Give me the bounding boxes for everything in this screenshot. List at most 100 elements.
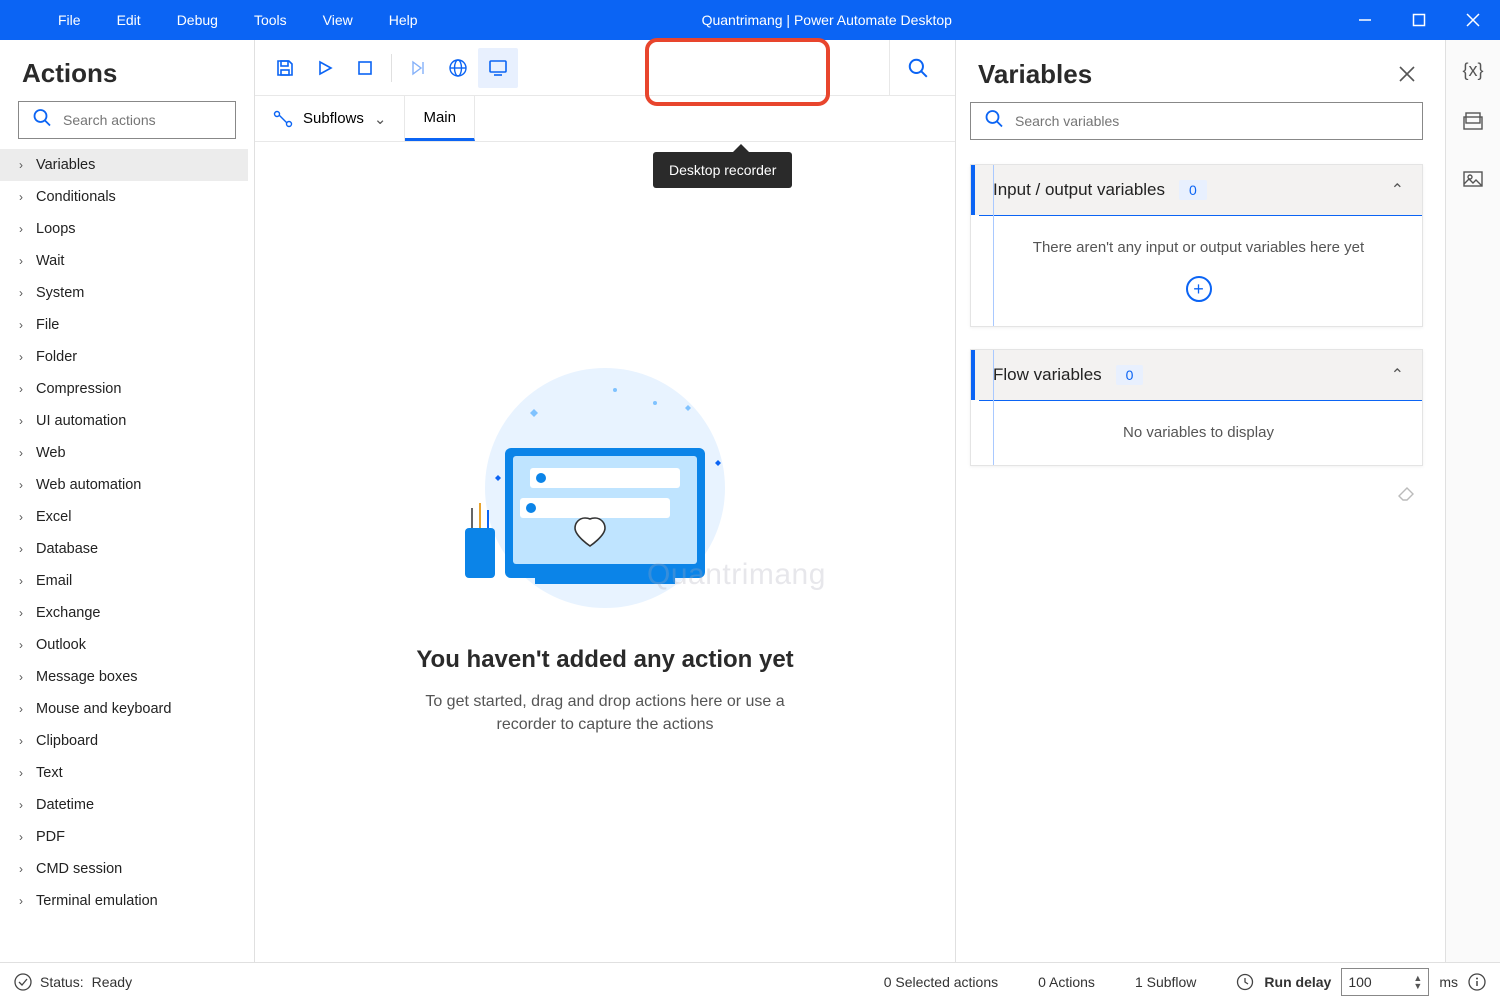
chevron-right-icon: › <box>14 670 28 684</box>
editor-search-button[interactable] <box>889 40 945 96</box>
tree-label: File <box>36 317 59 333</box>
tree-label: System <box>36 285 84 301</box>
run-delay-value: 100 <box>1348 974 1371 990</box>
chevron-right-icon: › <box>14 734 28 748</box>
tree-item-pdf[interactable]: ›PDF <box>0 821 248 853</box>
tree-item-datetime[interactable]: ›Datetime <box>0 789 248 821</box>
chevron-right-icon: › <box>14 894 28 908</box>
empty-subtext: To get started, drag and drop actions he… <box>395 690 815 736</box>
tree-label: Variables <box>36 157 95 173</box>
flow-variables-count: 0 <box>1116 365 1144 385</box>
minimize-button[interactable] <box>1338 0 1392 40</box>
ui-elements-rail-button[interactable] <box>1462 111 1484 138</box>
chevron-up-icon: ⌃ <box>1391 180 1404 200</box>
tree-item-folder[interactable]: ›Folder <box>0 341 248 373</box>
chevron-right-icon: › <box>14 766 28 780</box>
close-button[interactable] <box>1446 0 1500 40</box>
tree-item-wait[interactable]: ›Wait <box>0 245 248 277</box>
info-icon[interactable] <box>1468 973 1486 991</box>
menu-view[interactable]: View <box>305 0 371 40</box>
tree-item-message-boxes[interactable]: ›Message boxes <box>0 661 248 693</box>
tree-item-web[interactable]: › Web <box>0 437 248 469</box>
spin-down-icon[interactable]: ▼ <box>1413 982 1422 990</box>
tree-item-excel[interactable]: ›Excel <box>0 501 248 533</box>
tree-item-text[interactable]: ›Text <box>0 757 248 789</box>
tree-item-outlook[interactable]: ›Outlook <box>0 629 248 661</box>
subflow-count: 1 Subflow <box>1135 974 1196 990</box>
flow-variables-card: Flow variables 0 ⌃ No variables to displ… <box>970 349 1423 466</box>
tree-label: Web <box>36 445 66 461</box>
empty-heading: You haven't added any action yet <box>416 646 793 674</box>
maximize-button[interactable] <box>1392 0 1446 40</box>
menu-debug[interactable]: Debug <box>159 0 236 40</box>
tree-item-email[interactable]: ›Email <box>0 565 248 597</box>
tree-item-file[interactable]: ›File <box>0 309 248 341</box>
subflows-dropdown[interactable]: Subflows ⌄ <box>255 96 405 141</box>
add-io-variable-button[interactable]: + <box>1186 276 1212 302</box>
chevron-right-icon: › <box>14 286 28 300</box>
tree-label: Database <box>36 541 98 557</box>
variables-rail-button[interactable]: {x} <box>1462 60 1483 81</box>
tree-item-ui-automation[interactable]: ›UI automation <box>0 405 248 437</box>
run-delay-input[interactable]: 100 ▲▼ <box>1341 968 1429 996</box>
flow-canvas[interactable]: Quantrimang <box>255 142 955 962</box>
images-rail-button[interactable] <box>1462 168 1484 195</box>
menu-tools[interactable]: Tools <box>236 0 305 40</box>
window-controls <box>1338 0 1500 40</box>
tab-main[interactable]: Main <box>405 96 475 141</box>
close-variables-button[interactable] <box>1391 58 1423 90</box>
eraser-icon[interactable] <box>1395 480 1417 507</box>
io-variables-title: Input / output variables <box>993 180 1165 200</box>
tree-item-mouse-keyboard[interactable]: ›Mouse and keyboard <box>0 693 248 725</box>
chevron-right-icon: › <box>14 478 28 492</box>
chevron-right-icon: › <box>14 830 28 844</box>
save-button[interactable] <box>265 48 305 88</box>
stop-button[interactable] <box>345 48 385 88</box>
search-icon <box>984 109 1004 134</box>
tree-label: Datetime <box>36 797 94 813</box>
io-variables-card: Input / output variables 0 ⌃ There aren'… <box>970 164 1423 327</box>
window-title: Quantrimang | Power Automate Desktop <box>436 12 1338 28</box>
menu-help[interactable]: Help <box>371 0 436 40</box>
menu-edit[interactable]: Edit <box>99 0 159 40</box>
tree-label: Clipboard <box>36 733 98 749</box>
chevron-right-icon: › <box>14 702 28 716</box>
tree-item-exchange[interactable]: ›Exchange <box>0 597 248 629</box>
tab-label: Main <box>423 109 456 126</box>
tree-item-compression[interactable]: › Compression <box>0 373 248 405</box>
actions-count: 0 Actions <box>1038 974 1095 990</box>
chevron-right-icon: › <box>14 382 28 396</box>
run-button[interactable] <box>305 48 345 88</box>
run-next-button[interactable] <box>398 48 438 88</box>
right-rail: {x} <box>1445 40 1500 962</box>
tree-item-conditionals[interactable]: ›Conditionals <box>0 181 248 213</box>
io-variables-header[interactable]: Input / output variables 0 ⌃ <box>971 165 1422 215</box>
tree-label: Email <box>36 573 72 589</box>
tree-label: Folder <box>36 349 77 365</box>
variables-search-input[interactable] <box>970 102 1423 140</box>
tree-item-terminal-emulation[interactable]: ›Terminal emulation <box>0 885 248 917</box>
tree-item-system[interactable]: › System <box>0 277 248 309</box>
chevron-right-icon: › <box>14 606 28 620</box>
tree-label: UI automation <box>36 413 126 429</box>
chevron-right-icon: › <box>14 446 28 460</box>
tree-item-web-automation[interactable]: ›Web automation <box>0 469 248 501</box>
actions-tree[interactable]: ›Variables ›Conditionals ›Loops ›Wait ›S… <box>0 149 254 962</box>
tree-item-variables[interactable]: ›Variables <box>0 149 248 181</box>
web-recorder-button[interactable] <box>438 48 478 88</box>
io-variables-empty: There aren't any input or output variabl… <box>995 239 1402 256</box>
tree-label: Compression <box>36 381 121 397</box>
flow-variables-header[interactable]: Flow variables 0 ⌃ <box>971 350 1422 400</box>
tree-item-database[interactable]: ›Database <box>0 533 248 565</box>
tree-item-clipboard[interactable]: › Clipboard <box>0 725 248 757</box>
actions-panel: Actions ›Variables ›Conditionals ›Loops … <box>0 40 255 962</box>
tree-label: CMD session <box>36 861 122 877</box>
toolbar-separator <box>391 54 392 82</box>
actions-header: Actions <box>0 40 254 101</box>
desktop-recorder-button[interactable] <box>478 48 518 88</box>
tree-item-loops[interactable]: ›Loops <box>0 213 248 245</box>
tree-label: Excel <box>36 509 71 525</box>
tree-item-cmd-session[interactable]: ›CMD session <box>0 853 248 885</box>
menu-file[interactable]: File <box>40 0 99 40</box>
run-delay-label: Run delay <box>1264 974 1331 990</box>
